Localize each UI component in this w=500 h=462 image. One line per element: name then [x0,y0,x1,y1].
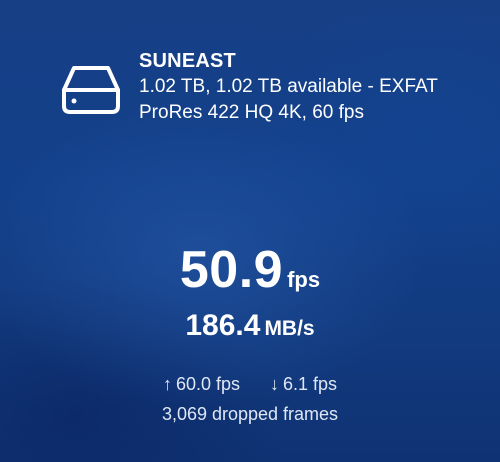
frame-stats: ↑ 60.0 fps ↓ 6.1 fps 3,069 dropped frames [0,370,500,428]
throughput-unit: MB/s [264,317,315,340]
drive-info: SUNEAST 1.02 TB, 1.02 TB available - EXF… [139,48,479,126]
speed-test-screen: SUNEAST 1.02 TB, 1.02 TB available - EXF… [0,0,500,462]
drive-name: SUNEAST [139,50,236,72]
min-rate-value: 6.1 fps [283,374,338,394]
rates-row: ↑ 60.0 fps ↓ 6.1 fps [0,370,500,398]
drive-header: SUNEAST 1.02 TB, 1.02 TB available - EXF… [60,48,480,138]
test-format: ProRes 422 HQ 4K, 60 fps [139,102,364,123]
dropped-frames: 3,069 dropped frames [161,404,339,424]
fps-unit: fps [287,267,321,292]
fps-value: 50.9 [179,241,284,299]
drive-capacity: 1.02 TB, 1.02 TB available - EXFAT [139,76,438,97]
arrow-down-icon: ↓ [270,374,279,394]
throughput-readout: 186.4 MB/s [0,308,500,344]
max-rate: ↑ 60.0 fps [163,370,240,398]
hard-drive-icon [60,64,122,116]
throughput-value: 186.4 [185,309,261,342]
max-rate-value: 60.0 fps [175,374,240,394]
min-rate: ↓ 6.1 fps [270,370,337,398]
speed-readout: 50.9 fps 186.4 MB/s [0,240,500,344]
arrow-up-icon: ↑ [162,374,172,394]
fps-readout: 50.9 fps [0,240,500,300]
